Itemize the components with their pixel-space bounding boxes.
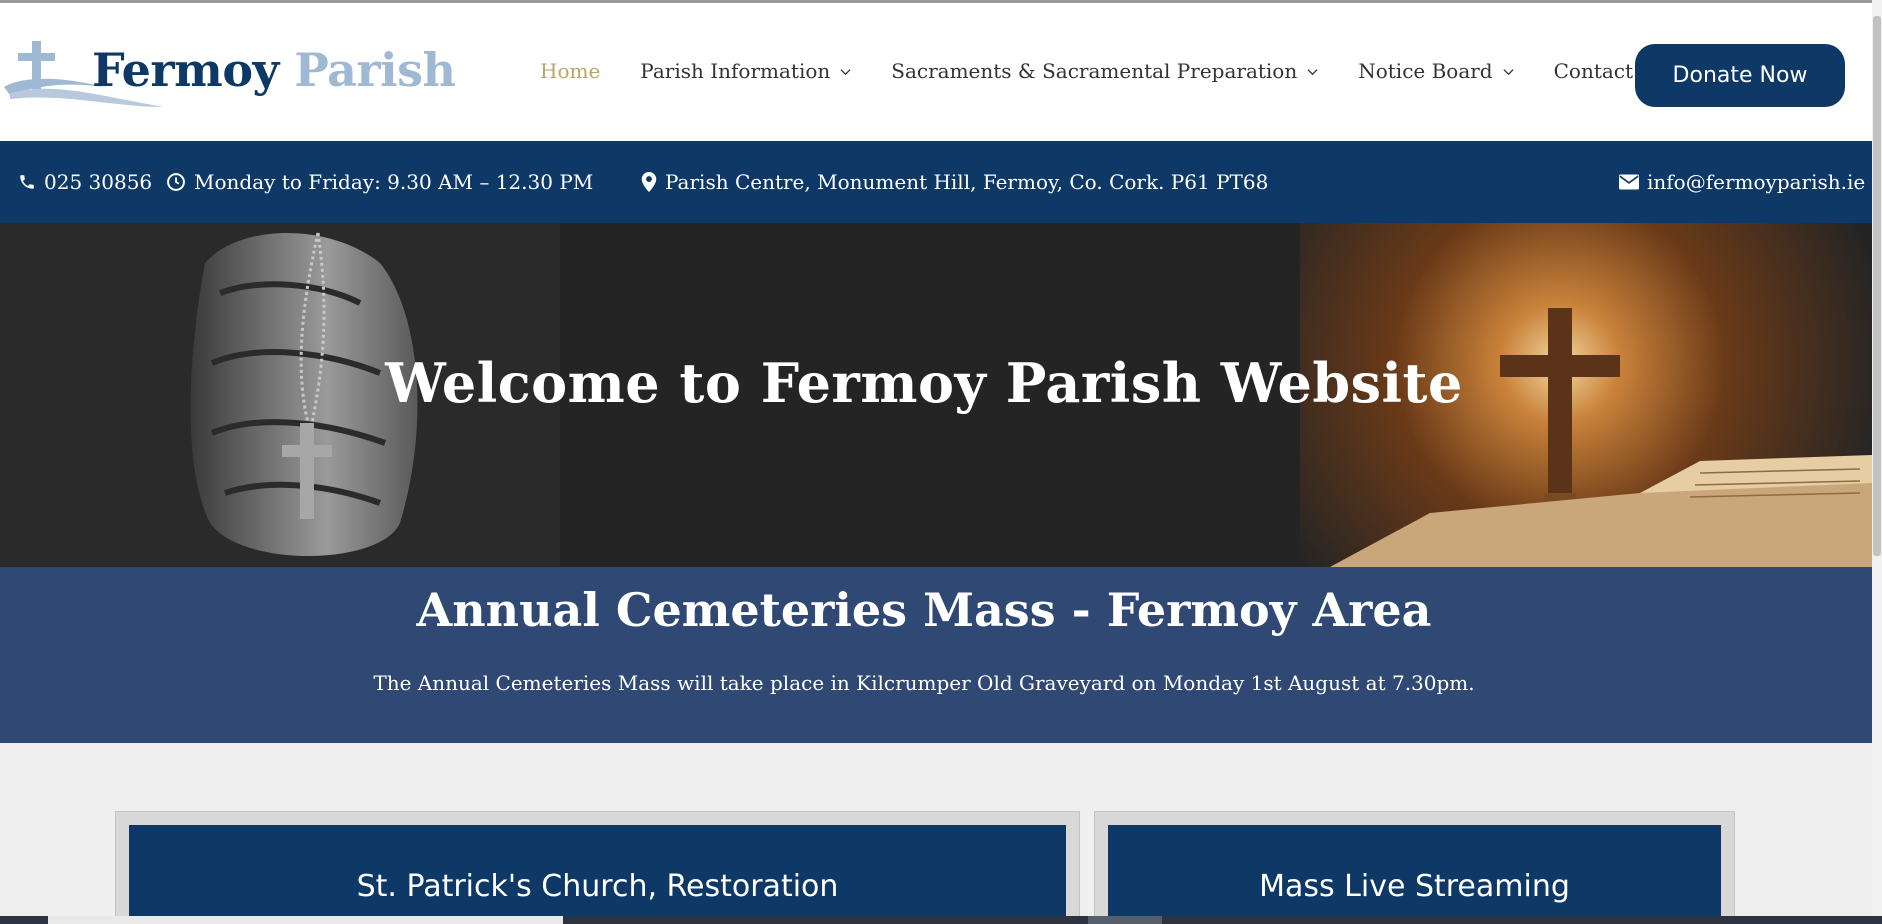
logo-wordmark: Fermoy Parish — [92, 43, 456, 97]
clock-icon — [167, 173, 185, 191]
announcement-title: Annual Cemeteries Mass - Fermoy Area — [416, 583, 1432, 637]
email-info[interactable]: info@fermoyparish.ie — [1619, 141, 1865, 223]
card-title: Mass Live Streaming — [1259, 869, 1570, 904]
announcement-text: The Annual Cemeteries Mass will take pla… — [373, 671, 1475, 695]
hours-info: Monday to Friday: 9.30 AM – 12.30 PM — [166, 141, 593, 223]
site-logo[interactable]: Fermoy Parish — [4, 37, 456, 117]
donate-button[interactable]: Donate Now — [1635, 44, 1845, 107]
nav-sacraments[interactable]: Sacraments & Sacramental Preparation — [891, 59, 1318, 83]
card-header: Mass Live Streaming — [1108, 825, 1721, 924]
card-title: St. Patrick's Church, Restoration — [356, 869, 839, 904]
chevron-down-icon — [1307, 68, 1318, 75]
contact-info-bar: 025 30856 Monday to Friday: 9.30 AM – 12… — [0, 141, 1872, 223]
site-header: Fermoy Parish Home Parish Information Sa… — [0, 3, 1872, 141]
taskbar-segment — [48, 916, 563, 924]
nav-notice-board[interactable]: Notice Board — [1358, 59, 1514, 83]
card-mass-live-streaming[interactable]: Mass Live Streaming — [1094, 811, 1735, 924]
phone-info[interactable]: 025 30856 — [18, 141, 152, 223]
card-church-restoration[interactable]: St. Patrick's Church, Restoration — [115, 811, 1080, 924]
nav-parish-information[interactable]: Parish Information — [640, 59, 851, 83]
envelope-icon — [1619, 174, 1639, 190]
chevron-down-icon — [840, 68, 851, 75]
hero-title: Welcome to Fermoy Parish Website — [385, 351, 1463, 415]
announcement-banner: Annual Cemeteries Mass - Fermoy Area The… — [0, 567, 1872, 743]
nav-home[interactable]: Home — [540, 59, 600, 83]
card-header: St. Patrick's Church, Restoration — [129, 825, 1066, 924]
main-nav: Home Parish Information Sacraments & Sac… — [540, 59, 1633, 83]
nav-contact[interactable]: Contact — [1554, 59, 1633, 83]
phone-icon — [20, 175, 34, 189]
chevron-down-icon — [1503, 68, 1514, 75]
address-info[interactable]: Parish Centre, Monument Hill, Fermoy, Co… — [641, 141, 1268, 223]
taskbar-segment — [1088, 916, 1162, 924]
hero-banner: Welcome to Fermoy Parish Website — [0, 223, 1872, 567]
map-marker-icon — [641, 172, 657, 192]
scrollbar-thumb[interactable] — [1873, 16, 1881, 556]
